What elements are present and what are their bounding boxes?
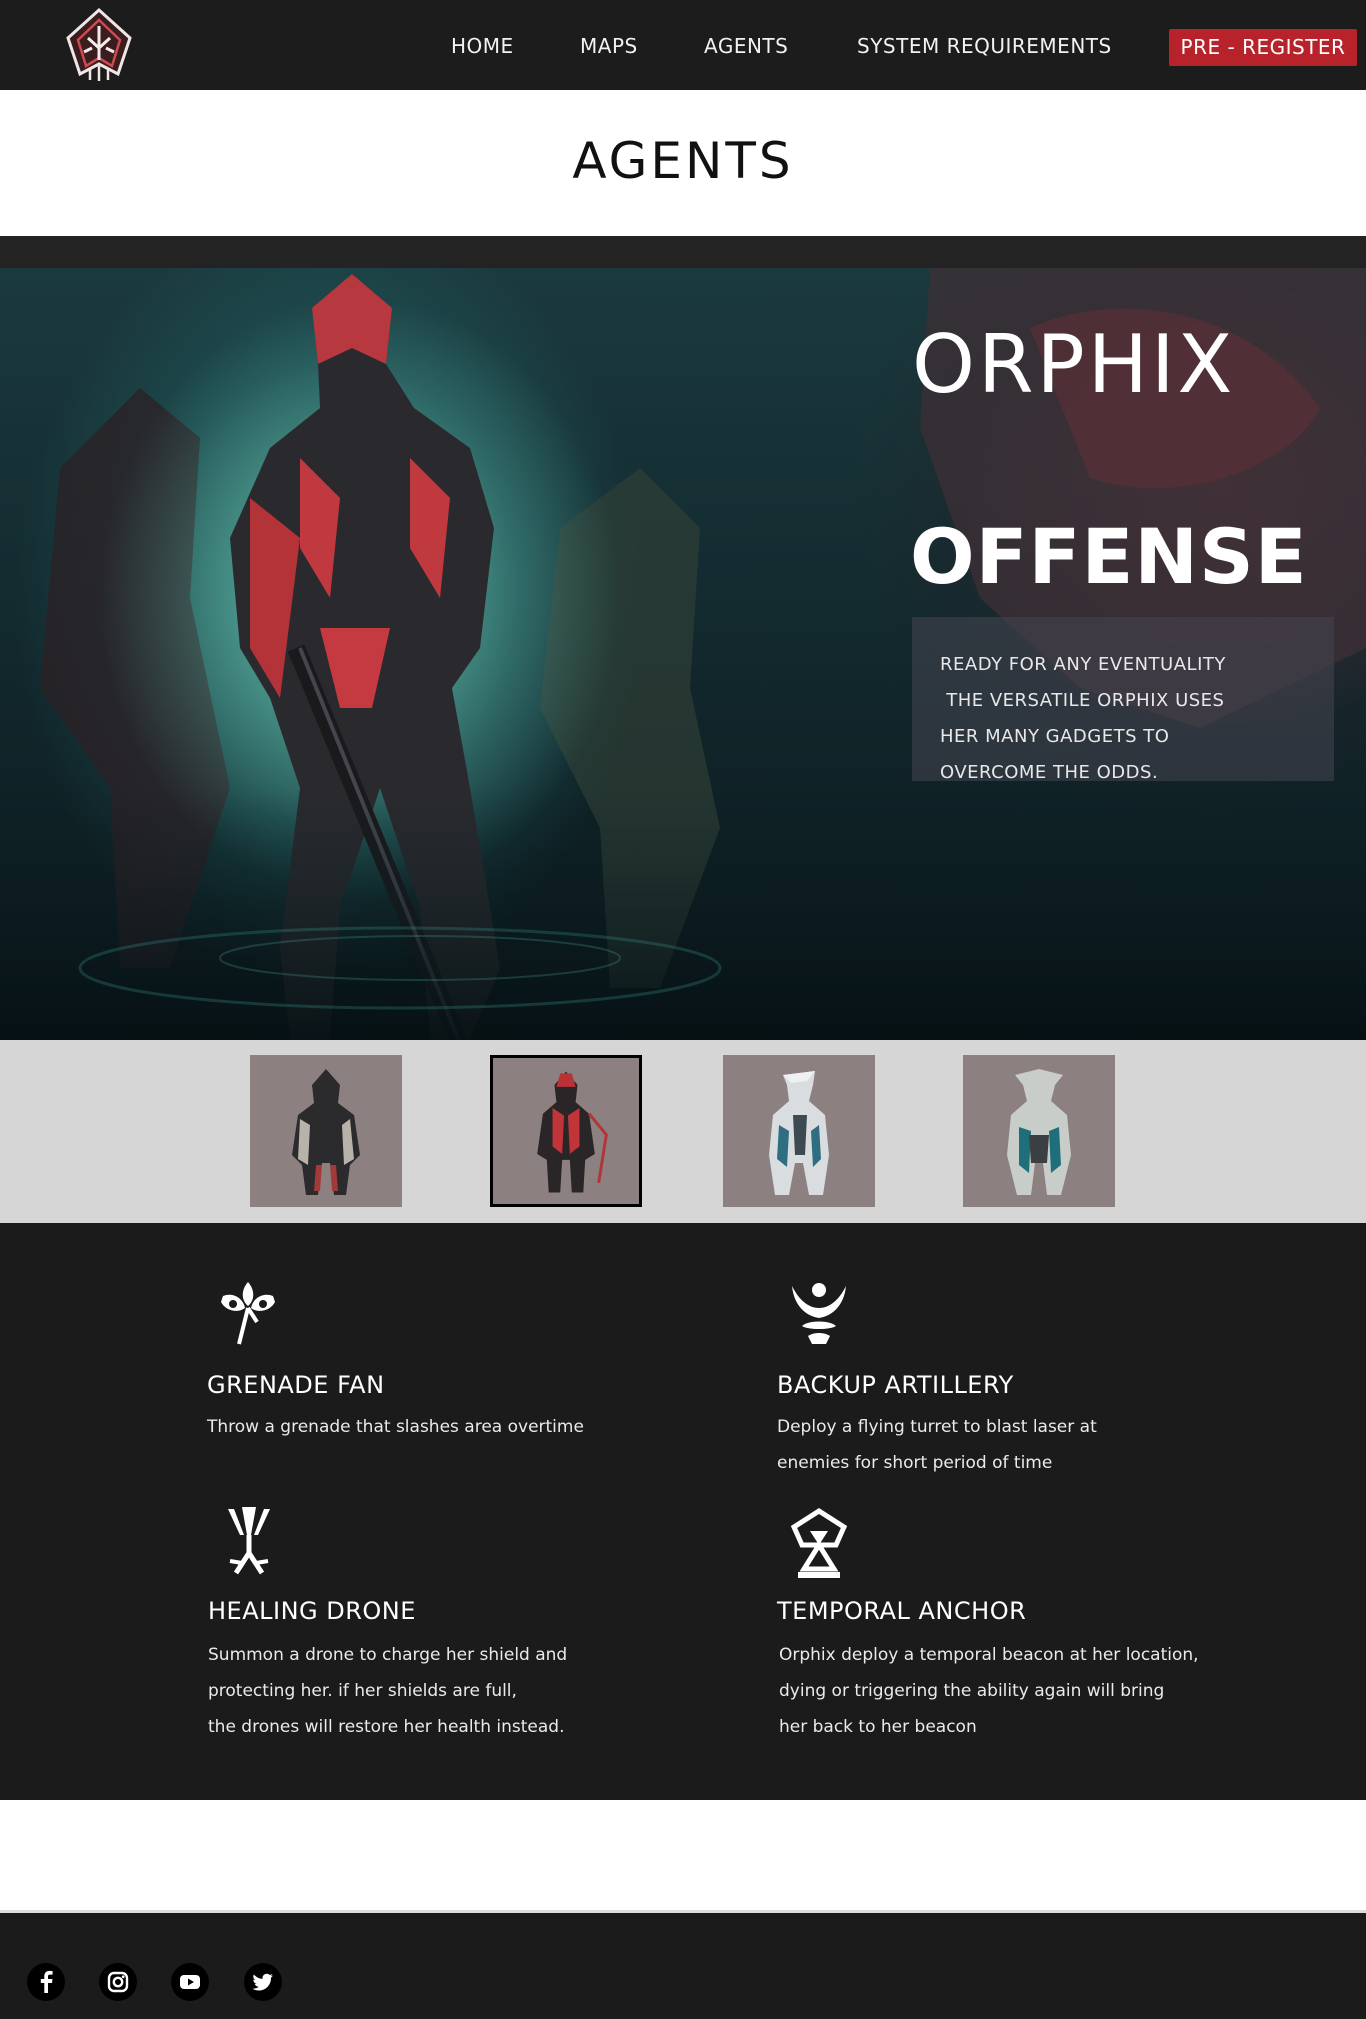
agent-hero-banner: ORPHIX OFFENSE READY FOR ANY EVENTUALITY… (0, 268, 1366, 1040)
agent-thumbnail[interactable] (250, 1055, 402, 1207)
ability-description: Throw a grenade that slashes area overti… (207, 1409, 584, 1445)
ability-title: TEMPORAL ANCHOR (777, 1597, 1027, 1625)
ability-description-line: dying or triggering the ability again wi… (779, 1681, 1165, 1701)
top-navigation: HOME MAPS AGENTS SYSTEM REQUIREMENTS PRE… (0, 0, 1366, 90)
pre-register-button[interactable]: PRE - REGISTER (1169, 29, 1357, 66)
ability-description: Orphix deploy a temporal beacon at her l… (779, 1637, 1199, 1745)
healing-drone-icon (210, 1501, 288, 1579)
abilities-section: GRENADE FAN Throw a grenade that slashes… (0, 1223, 1366, 1800)
ability-description-line: protecting her. if her shields are full, (208, 1681, 517, 1701)
ability-title: BACKUP ARTILLERY (777, 1371, 1014, 1399)
agent-description-line: THE VERSATILE ORPHIX USES (940, 690, 1225, 711)
ability-title: GRENADE FAN (207, 1371, 385, 1399)
footer-spacer (0, 1800, 1366, 1910)
nav-link-home[interactable]: HOME (451, 34, 514, 58)
nav-link-maps[interactable]: MAPS (580, 34, 638, 58)
ability-description-line: Deploy a flying turret to blast laser at (777, 1417, 1097, 1437)
agent-name: ORPHIX (912, 318, 1236, 411)
agent-description-line: OVERCOME THE ODDS. (940, 762, 1159, 783)
page-title: AGENTS (572, 132, 794, 190)
warframe-logo[interactable] (64, 7, 134, 82)
youtube-icon[interactable] (171, 1963, 209, 2001)
agent-selector-strip (0, 1040, 1366, 1223)
agent-thumbnail-selected[interactable] (490, 1055, 642, 1207)
agent-thumbnail[interactable] (723, 1055, 875, 1207)
agent-description-line: READY FOR ANY EVENTUALITY (940, 654, 1226, 675)
backup-artillery-icon (780, 1274, 858, 1352)
ability-description: Deploy a flying turret to blast laser at… (777, 1409, 1097, 1481)
agent-description-line: HER MANY GADGETS TO (940, 726, 1170, 747)
instagram-icon[interactable] (99, 1963, 137, 2001)
twitter-icon[interactable] (244, 1963, 282, 2001)
ability-description-line: Summon a drone to charge her shield and (208, 1645, 568, 1665)
nav-link-system-requirements[interactable]: SYSTEM REQUIREMENTS (857, 34, 1112, 58)
agent-thumbnail[interactable] (963, 1055, 1115, 1207)
ability-description-line: Throw a grenade that slashes area overti… (207, 1417, 584, 1437)
ability-description-line: Orphix deploy a temporal beacon at her l… (779, 1645, 1199, 1665)
ability-description-line: the drones will restore her health inste… (208, 1717, 565, 1737)
ability-description-line: enemies for short period of time (777, 1453, 1053, 1473)
ability-description-line: her back to her beacon (779, 1717, 977, 1737)
agent-description-box: READY FOR ANY EVENTUALITY THE VERSATILE … (912, 617, 1334, 783)
temporal-anchor-icon (780, 1505, 858, 1583)
ability-title: HEALING DRONE (208, 1597, 416, 1625)
footer (0, 1913, 1366, 2019)
agent-role: OFFENSE (910, 512, 1308, 601)
nav-link-agents[interactable]: AGENTS (704, 34, 788, 58)
grenade-fan-icon (209, 1274, 287, 1352)
facebook-icon[interactable] (27, 1963, 65, 2001)
hero-top-band (0, 236, 1366, 268)
ability-description: Summon a drone to charge her shield and … (208, 1637, 567, 1745)
